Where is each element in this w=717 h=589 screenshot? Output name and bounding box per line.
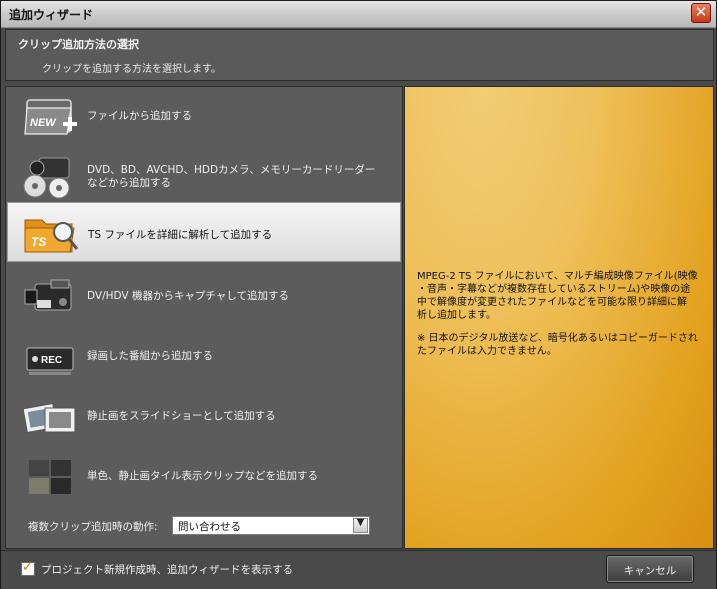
option-add-slideshow[interactable]: 静止画をスライドショーとして追加する: [7, 387, 401, 447]
chevron-down-icon: ▼: [356, 517, 365, 528]
option-add-from-file[interactable]: NEW ファイルから追加する: [7, 87, 401, 147]
header-subtitle: クリップを追加する方法を選択します。: [42, 64, 221, 75]
new-file-icon: NEW: [24, 99, 77, 135]
window-title: 追加ウィザード: [9, 8, 94, 22]
description-line: ※ 日本のデジタル放送など、暗号化あるいはコピーガードされ: [417, 333, 698, 344]
option-add-recorded[interactable]: REC 録画した番組から追加する: [7, 327, 401, 387]
show-wizard-checkbox[interactable]: ✓: [21, 560, 35, 576]
option-label: 録画した番組から追加する: [87, 350, 213, 362]
option-label: 単色、静止画タイル表示クリップなどを追加する: [87, 470, 318, 482]
option-label: DV/HDV 機器からキャプチャして追加する: [87, 290, 290, 302]
description-line: 中で解像度が変更されたファイルなどを可能な限り詳細に解: [417, 297, 687, 308]
title-bar: 追加ウィザード ✕: [1, 1, 716, 28]
cancel-button-label: キャンセル: [623, 565, 677, 577]
description-text: MPEG-2 TS ファイルにおいて、マルチ編成映像ファイル(映像 ・音声・字幕…: [417, 270, 709, 322]
disc-camera-icon: [23, 157, 70, 199]
option-label-line1: DVD、BD、AVCHD、HDDカメラ、メモリーカードリーダー: [87, 164, 376, 176]
cancel-button[interactable]: キャンセル: [606, 555, 694, 583]
select-value: 問い合わせる: [178, 521, 241, 533]
option-label: DVD、BD、AVCHD、HDDカメラ、メモリーカードリーダー などから追加する: [87, 164, 375, 190]
footer: ✓ プロジェクト新規作成時、追加ウィザードを表示する キャンセル: [1, 550, 716, 589]
checkmark-icon: ✓: [22, 560, 33, 575]
option-label: 静止画をスライドショーとして追加する: [87, 410, 276, 422]
description-line: たファイルは入力できません。: [417, 346, 557, 357]
rec-icon: REC: [26, 347, 74, 375]
option-label: TS ファイルを詳細に解析して追加する: [88, 229, 273, 241]
description-line: MPEG-2 TS ファイルにおいて、マルチ編成映像ファイル(映像: [417, 271, 698, 282]
color-tile-icon: [29, 460, 71, 494]
header: クリップ追加方法の選択 クリップを追加する方法を選択します。: [5, 29, 714, 81]
multi-clip-select[interactable]: 問い合わせる ▼: [172, 516, 370, 535]
description-panel: MPEG-2 TS ファイルにおいて、マルチ編成映像ファイル(映像 ・音声・字幕…: [404, 86, 714, 549]
dropdown-arrow-button[interactable]: ▼: [353, 517, 368, 533]
ts-folder-search-icon: TS: [24, 219, 79, 253]
option-list: NEW ファイルから追加する DVD、BD、AVCHD、HDDカメラ、メモリーカ…: [5, 86, 403, 549]
option-label: ファイルから追加する: [87, 110, 192, 122]
description-line: ・音声・字幕などが複数存在しているストリーム)や映像の途: [417, 284, 691, 295]
close-icon: ✕: [694, 3, 708, 21]
option-add-ts-file[interactable]: TS TS ファイルを詳細に解析して追加する: [7, 202, 401, 262]
option-add-from-device[interactable]: DVD、BD、AVCHD、HDDカメラ、メモリーカードリーダー などから追加する: [7, 147, 401, 207]
add-wizard-window: 追加ウィザード ✕ クリップ追加方法の選択 クリップを追加する方法を選択します。…: [0, 0, 717, 589]
slideshow-icon: [22, 402, 76, 434]
option-label-line2: などから追加する: [87, 177, 171, 189]
camcorder-icon: [24, 279, 72, 311]
svg-text:TS: TS: [31, 235, 46, 249]
multi-clip-label: 複数クリップ追加時の動作:: [28, 521, 158, 533]
show-wizard-label: プロジェクト新規作成時、追加ウィザードを表示する: [41, 564, 293, 576]
option-capture-dv[interactable]: DV/HDV 機器からキャプチャして追加する: [7, 267, 401, 327]
header-title: クリップ追加方法の選択: [18, 38, 139, 51]
svg-text:NEW: NEW: [30, 117, 57, 129]
description-line: 析し追加します。: [417, 310, 496, 321]
option-add-color-clip[interactable]: 単色、静止画タイル表示クリップなどを追加する: [7, 447, 401, 507]
description-note: ※ 日本のデジタル放送など、暗号化あるいはコピーガードされ たファイルは入力でき…: [417, 332, 709, 358]
svg-text:REC: REC: [41, 355, 62, 366]
close-button[interactable]: ✕: [691, 3, 711, 23]
